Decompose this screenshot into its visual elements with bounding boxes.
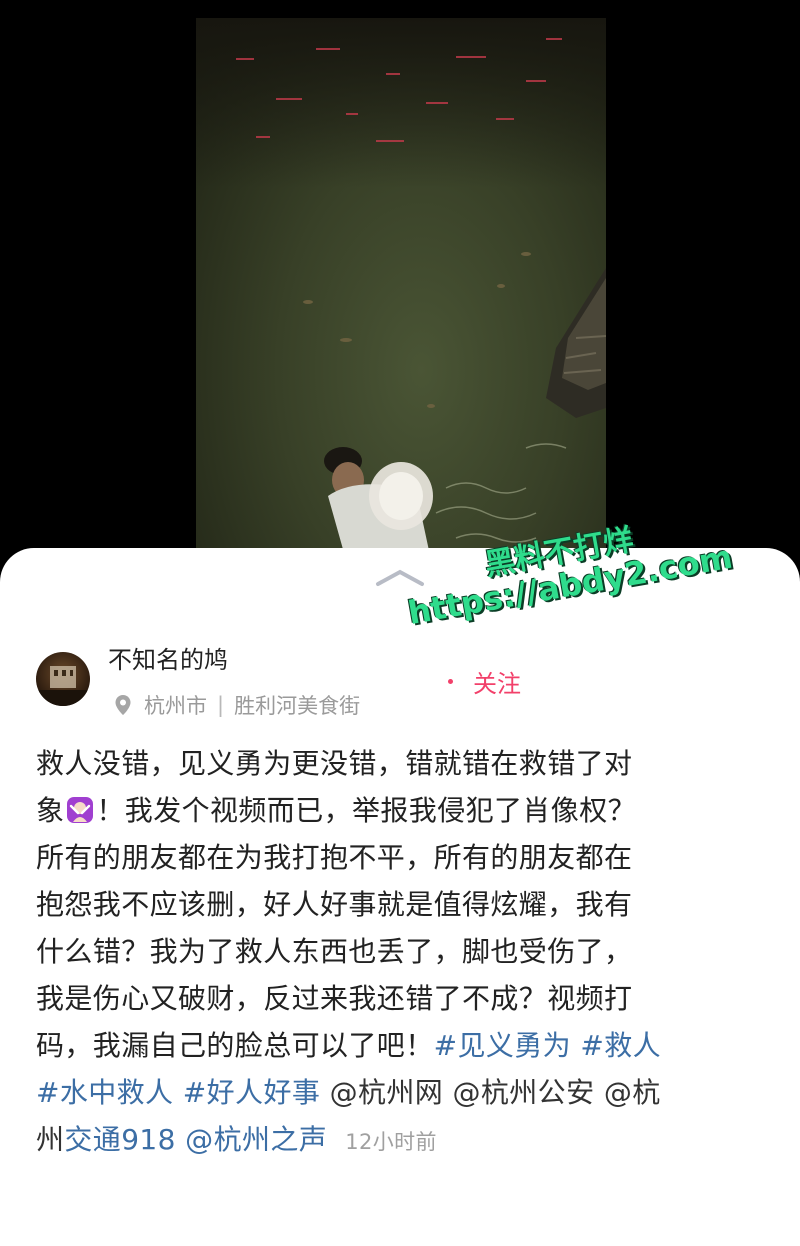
post-text-segment: 所有的朋友都在为我打抱不平，所有的朋友都在: [36, 841, 633, 874]
post-text-segment: 我是伤心又破财，反过来我还错了不成？视频打: [36, 982, 633, 1015]
post-line: 我是伤心又破财，反过来我还错了不成？视频打: [36, 975, 766, 1022]
mention-link[interactable]: @杭州之声: [185, 1123, 327, 1156]
swimmer: [324, 447, 433, 560]
avatar[interactable]: [36, 652, 90, 706]
post-text-segment: [595, 1076, 604, 1109]
author-name[interactable]: 不知名的鸠: [108, 640, 228, 675]
post-text-segment: 码，我漏自己的脸总可以了吧！: [36, 1029, 434, 1062]
person-gesturing-no-emoji-icon: [66, 791, 94, 823]
post-line: 州交通918 @杭州之声 12小时前: [36, 1116, 766, 1163]
location-place: 胜利河美食街: [234, 694, 361, 718]
post-text-segment: [173, 1076, 182, 1109]
location-pin-icon: [115, 695, 131, 715]
follow-label: 关注: [473, 669, 521, 698]
mention-link[interactable]: @杭州网: [330, 1076, 444, 1109]
follow-button[interactable]: 关注: [448, 664, 521, 698]
mention-link[interactable]: @杭: [604, 1076, 661, 1109]
post-line: 所有的朋友都在为我打抱不平，所有的朋友都在: [36, 834, 766, 881]
video-scene: [236, 38, 606, 560]
post-line: 象 ！我发个视频而已，举报我侵犯了肖像权？: [36, 787, 766, 834]
post-text-segment: 救人没错，见义勇为更没错，错就错在救错了对: [36, 747, 633, 780]
video-frame[interactable]: [196, 18, 606, 560]
post-timestamp: 12小时前: [345, 1130, 437, 1154]
avatar-image: [36, 666, 90, 706]
location-separator: |: [217, 693, 225, 717]
post-line: 救人没错，见义勇为更没错，错就错在救错了对: [36, 740, 766, 787]
location-row[interactable]: 杭州市 | 胜利河美食街: [114, 690, 360, 720]
post-text-segment: [176, 1123, 185, 1156]
hashtag-link[interactable]: #好人好事: [183, 1076, 320, 1109]
post-line: 码，我漏自己的脸总可以了吧！#见义勇为 #救人: [36, 1022, 766, 1069]
post-line: 什么错？我为了救人东西也丢了，脚也受伤了，: [36, 928, 766, 975]
water-reflections: [236, 38, 562, 142]
chevron-up-icon[interactable]: [372, 566, 428, 590]
follow-dot: [448, 678, 453, 684]
location-city: 杭州市: [144, 694, 207, 718]
post-text-segment: 抱怨我不应该删，好人好事就是值得炫耀，我有: [36, 888, 633, 921]
post-text-segment: 象: [36, 794, 65, 827]
post-text: 救人没错，见义勇为更没错，错就错在救错了对象 ！我发个视频而已，举报我侵犯了肖像权…: [36, 740, 766, 1163]
hashtag-link[interactable]: #见义勇为: [434, 1029, 571, 1062]
mention-link[interactable]: @杭州公安: [452, 1076, 594, 1109]
post-text-segment: [320, 1076, 329, 1109]
post-line: #水中救人 #好人好事 @杭州网 @杭州公安 @杭: [36, 1069, 766, 1116]
post-text-segment: 什么错？我为了救人东西也丢了，脚也受伤了，: [36, 935, 633, 968]
mention-link[interactable]: 交通918: [64, 1123, 175, 1156]
post-line: 抱怨我不应该删，好人好事就是值得炫耀，我有: [36, 881, 766, 928]
hashtag-link[interactable]: #水中救人: [36, 1076, 173, 1109]
stone-wall: [546, 268, 606, 418]
mention-link[interactable]: 州: [36, 1123, 64, 1156]
ripples: [435, 443, 567, 543]
post-text-segment: ！我发个视频而已，举报我侵犯了肖像权？: [96, 794, 637, 827]
video-player[interactable]: [0, 0, 800, 560]
post-text-segment: [571, 1029, 580, 1062]
hashtag-link[interactable]: #救人: [580, 1029, 661, 1062]
floating-leaves: [303, 252, 531, 408]
